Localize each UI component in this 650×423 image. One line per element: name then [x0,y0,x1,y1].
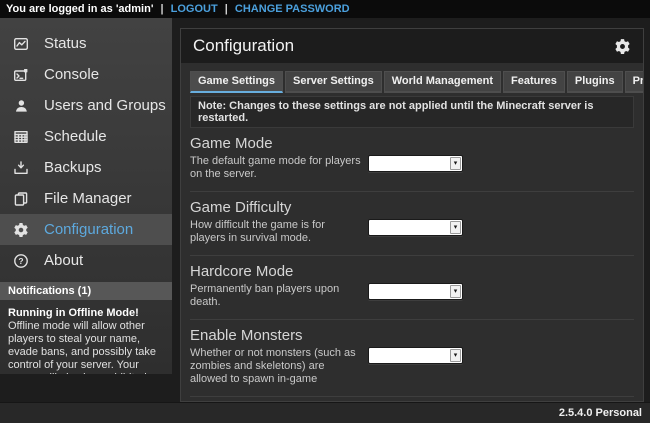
tab-plugins[interactable]: Plugins [567,71,623,93]
console-icon [12,67,30,83]
chevron-down-icon: ▾ [450,285,461,298]
question-circle-icon: ? [12,253,30,269]
setting-row-hardcore-mode: Hardcore Mode Permanently ban players up… [190,256,634,320]
top-bar: You are logged in as 'admin' | LOGOUT | … [0,0,650,18]
panel-header: Configuration [181,29,643,63]
sidebar-item-schedule[interactable]: Schedule [0,121,172,152]
settings-gear-icon[interactable] [614,38,631,55]
hardcore-mode-select[interactable]: ▾ [368,283,463,300]
sidebar-item-status[interactable]: Status [0,28,172,59]
footer-bar: 2.5.4.0 Personal [0,402,650,423]
chevron-down-icon: ▾ [450,349,461,362]
setting-description: How difficult the game is for players in… [190,219,362,245]
sidebar-item-label: Console [44,66,99,83]
sidebar-item-users-and-groups[interactable]: Users and Groups [0,90,172,121]
separator: | [225,3,228,15]
sidebar-item-backups[interactable]: Backups [0,152,172,183]
users-icon [12,98,30,114]
setting-description: The default game mode for players on the… [190,155,362,181]
logged-in-text: You are logged in as 'admin' [6,3,153,15]
enable-monsters-select[interactable]: ▾ [368,347,463,364]
notifications-header: Notifications (1) [0,282,172,300]
backups-icon [12,160,30,176]
sidebar-item-label: File Manager [44,190,132,207]
sidebar-item-label: Backups [44,159,102,176]
version-text: 2.5.4.0 Personal [559,407,642,419]
sidebar-item-label: Status [44,35,87,52]
sidebar-item-file-manager[interactable]: File Manager [0,183,172,214]
configuration-panel: Configuration Game Settings Server Setti… [180,28,644,402]
setting-description: Permanently ban players upon death. [190,283,362,309]
svg-text:?: ? [18,256,23,266]
sidebar-item-configuration[interactable]: Configuration [0,214,172,245]
game-mode-select[interactable]: ▾ [368,155,463,172]
restart-note: Note: Changes to these settings are not … [190,96,634,128]
sidebar-item-label: Schedule [44,128,107,145]
schedule-icon [12,129,30,145]
chevron-down-icon: ▾ [450,221,461,234]
setting-name: Game Difficulty [190,199,634,216]
sidebar-item-about[interactable]: ? About [0,245,172,276]
setting-row-game-mode: Game Mode The default game mode for play… [190,128,634,192]
setting-name: Game Mode [190,135,634,152]
tab-features[interactable]: Features [503,71,565,93]
sidebar-item-label: Users and Groups [44,97,166,114]
notification-title: Running in Offline Mode! [8,307,164,320]
setting-name: Enable Monsters [190,327,634,344]
notification-item: Running in Offline Mode! Offline mode wi… [0,300,172,374]
tab-bar: Game Settings Server Settings World Mana… [190,71,634,93]
setting-row-enable-monsters: Enable Monsters Whether or not monsters … [190,320,634,397]
game-difficulty-select[interactable]: ▾ [368,219,463,236]
sidebar-item-label: About [44,252,83,269]
sidebar: Status Console Users and Groups Schedule [0,18,172,374]
sidebar-item-console[interactable]: Console [0,59,172,90]
chevron-down-icon: ▾ [450,157,461,170]
logout-link[interactable]: LOGOUT [171,3,218,15]
tab-server-settings[interactable]: Server Settings [285,71,382,93]
setting-row-game-difficulty: Game Difficulty How difficult the game i… [190,192,634,256]
setting-description: Whether or not monsters (such as zombies… [190,347,362,386]
file-manager-icon [12,191,30,207]
notification-text: Offline mode will allow other players to… [8,320,164,374]
panel-body: Game Settings Server Settings World Mana… [181,63,643,402]
status-chart-icon [12,36,30,52]
sidebar-item-label: Configuration [44,221,133,238]
sidebar-menu: Status Console Users and Groups Schedule [0,18,172,276]
page-title: Configuration [193,36,294,56]
gear-icon [12,222,30,238]
setting-name: Hardcore Mode [190,263,634,280]
tab-world-management[interactable]: World Management [384,71,501,93]
tab-game-settings[interactable]: Game Settings [190,71,283,93]
change-password-link[interactable]: CHANGE PASSWORD [235,3,350,15]
tab-preferences[interactable]: Preferences [625,71,644,93]
separator: | [161,3,164,15]
